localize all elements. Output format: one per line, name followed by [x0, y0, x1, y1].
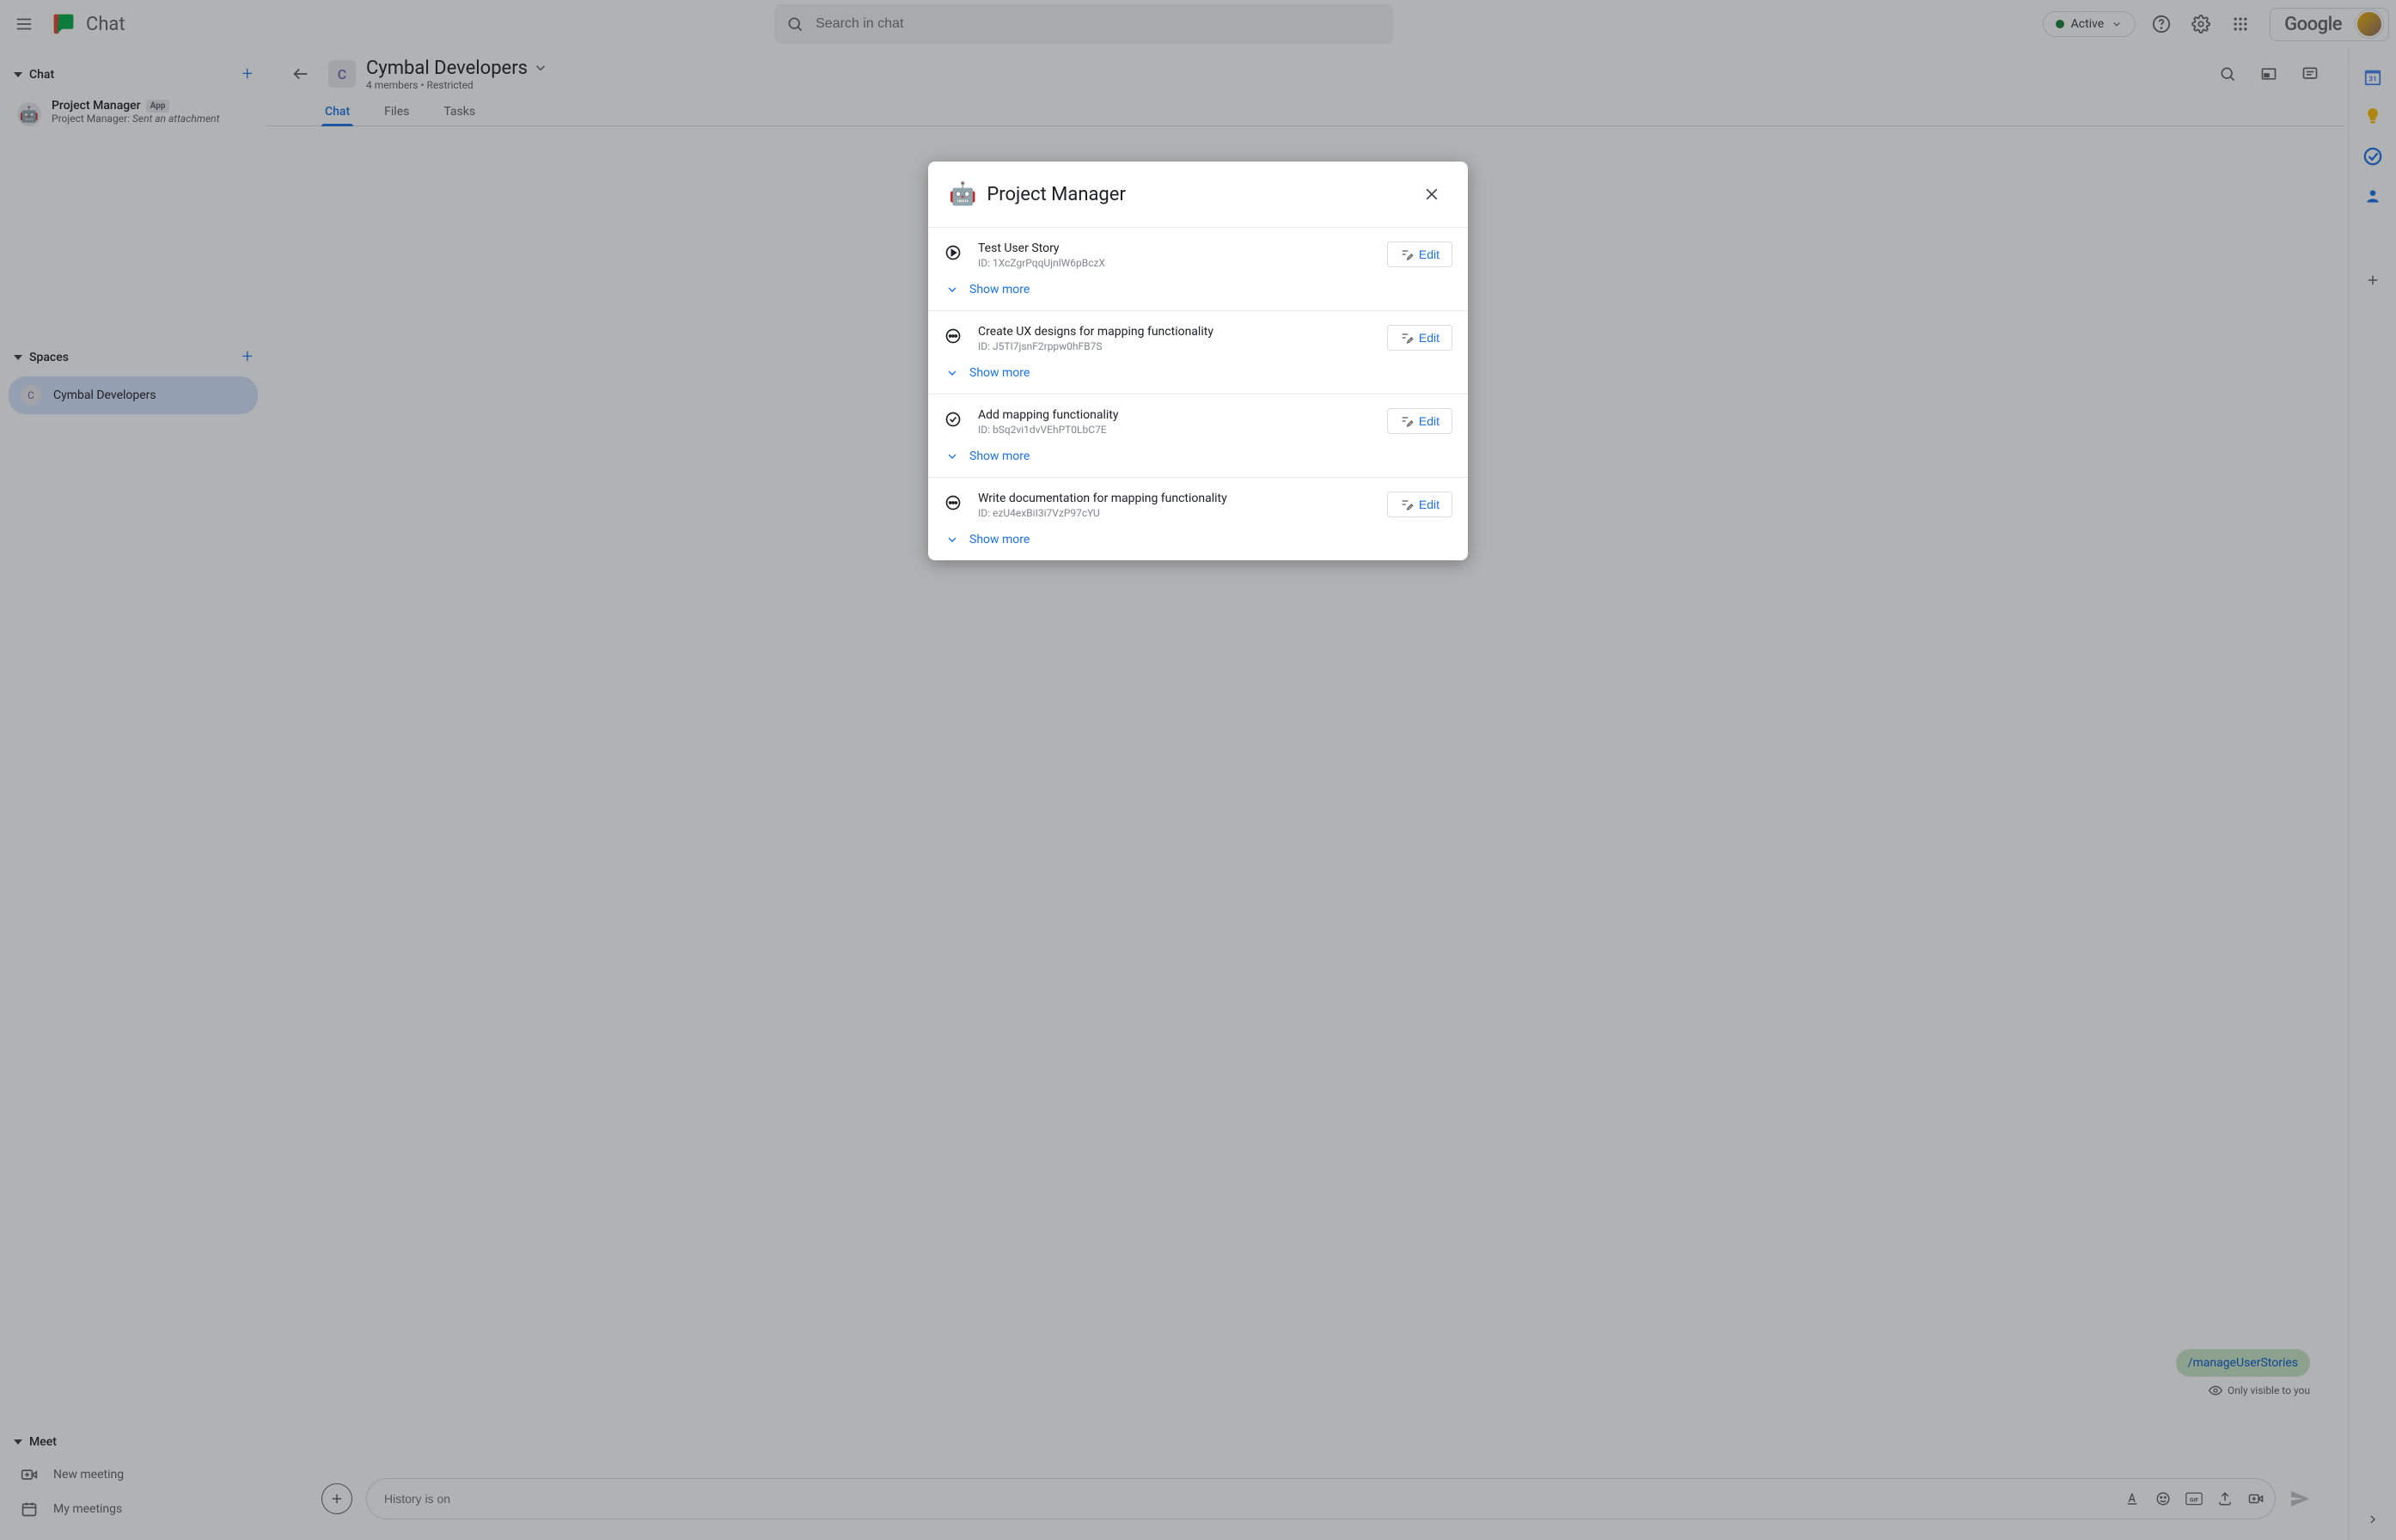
story-id: ID: 1XcZgrPqqUjnlW6pBczX — [978, 257, 1372, 269]
modal-overlay[interactable]: 🤖 Project Manager Test User Story ID: 1Xc… — [0, 0, 2396, 1540]
story-title: Test User Story — [978, 241, 1372, 255]
dialog-close-button[interactable] — [1416, 179, 1447, 210]
edit-story-button[interactable]: Edit — [1387, 492, 1452, 517]
user-story-row: Write documentation for mapping function… — [928, 478, 1468, 560]
edit-story-button[interactable]: Edit — [1387, 241, 1452, 267]
chevron-down-icon — [945, 366, 959, 380]
user-story-row: Create UX designs for mapping functional… — [928, 311, 1468, 394]
robot-icon: 🤖 — [949, 181, 976, 207]
story-status-icon — [944, 243, 963, 262]
close-icon — [1423, 186, 1440, 203]
chevron-down-icon — [945, 283, 959, 296]
show-more-button[interactable]: Show more — [944, 449, 1452, 463]
story-id: ID: ezU4exBiI3i7VzP97cYU — [978, 507, 1372, 519]
story-title: Write documentation for mapping function… — [978, 492, 1372, 505]
edit-story-button[interactable]: Edit — [1387, 325, 1452, 351]
story-title: Create UX designs for mapping functional… — [978, 325, 1372, 339]
story-status-icon — [944, 327, 963, 345]
edit-story-button[interactable]: Edit — [1387, 408, 1452, 434]
edit-icon — [1400, 414, 1414, 428]
show-more-button[interactable]: Show more — [944, 533, 1452, 547]
dialog-header: 🤖 Project Manager — [928, 162, 1468, 228]
dialog-title: Project Manager — [987, 184, 1406, 205]
story-status-icon — [944, 410, 963, 429]
user-story-row: Test User Story ID: 1XcZgrPqqUjnlW6pBczX E… — [928, 228, 1468, 311]
chevron-down-icon — [945, 449, 959, 463]
edit-icon — [1400, 248, 1414, 261]
edit-icon — [1400, 331, 1414, 345]
story-id: ID: bSq2vi1dvVEhPT0LbC7E — [978, 424, 1372, 436]
story-title: Add mapping functionality — [978, 408, 1372, 422]
chevron-down-icon — [945, 533, 959, 547]
edit-icon — [1400, 498, 1414, 511]
story-id: ID: J5TI7jsnF2rppw0hFB7S — [978, 340, 1372, 352]
show-more-button[interactable]: Show more — [944, 366, 1452, 380]
project-manager-dialog: 🤖 Project Manager Test User Story ID: 1Xc… — [928, 162, 1468, 560]
show-more-button[interactable]: Show more — [944, 283, 1452, 296]
story-status-icon — [944, 493, 963, 512]
user-story-row: Add mapping functionality ID: bSq2vi1dvVE… — [928, 394, 1468, 478]
